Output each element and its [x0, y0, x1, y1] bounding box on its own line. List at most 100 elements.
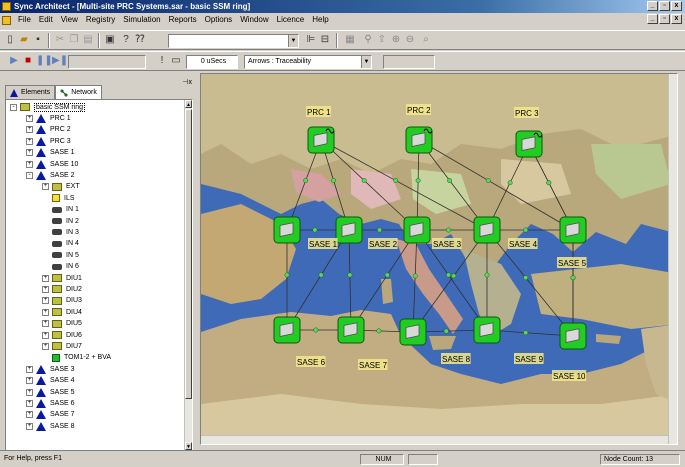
expand-icon[interactable]: + — [42, 320, 49, 328]
tree-item[interactable]: + EXT — [42, 182, 80, 192]
link-connector-icon[interactable] — [523, 330, 529, 336]
sase-node[interactable] — [399, 318, 427, 346]
link-connector-icon[interactable] — [347, 272, 353, 278]
expand-icon[interactable]: + — [42, 331, 49, 339]
tree-item[interactable]: + SASE 1 — [26, 148, 75, 158]
menu-view[interactable]: View — [57, 13, 82, 27]
tree-item[interactable]: + DIU4 — [42, 307, 82, 317]
panel-icon[interactable]: ▭ — [170, 55, 182, 67]
map-horizontal-scrollbar[interactable] — [201, 435, 677, 444]
map-vertical-scrollbar[interactable] — [668, 74, 677, 444]
tree-item[interactable]: IN 3 — [42, 227, 79, 237]
scroll-up-icon[interactable]: ▲ — [185, 100, 192, 108]
tree-item[interactable]: + SASE 7 — [26, 410, 75, 420]
menu-licence[interactable]: Licence — [273, 13, 309, 27]
link-connector-icon[interactable] — [303, 178, 309, 183]
print-preview-icon[interactable]: ▦ — [344, 34, 356, 46]
expand-icon[interactable]: + — [26, 149, 33, 157]
tree-item[interactable]: + SASE 4 — [26, 376, 75, 386]
paste-icon[interactable]: ▤ — [82, 34, 94, 46]
open-folder-icon[interactable]: ▰ — [18, 34, 30, 46]
link-connector-icon[interactable] — [523, 227, 529, 233]
link-connector-icon[interactable] — [446, 227, 451, 233]
map-canvas[interactable]: PRC 1 PRC 2 PRC 3 SASE 1 SASE 2 SASE 3 SASE 4 S… — [201, 74, 678, 445]
tree-item[interactable]: IN 6 — [42, 262, 79, 272]
link-connector-icon[interactable] — [507, 180, 513, 186]
tree-item[interactable]: - basic SSM ring — [10, 102, 86, 112]
doc-restore-icon[interactable]: ▫ — [659, 14, 670, 24]
upload-icon[interactable]: ⇧ — [376, 34, 388, 46]
menu-help[interactable]: Help — [308, 13, 332, 27]
sase-node[interactable]: SASE 10 — [552, 370, 587, 381]
link-connector-icon[interactable] — [384, 272, 390, 278]
expand-icon[interactable]: + — [42, 285, 49, 293]
panel-close-icon[interactable]: ⊣x — [182, 78, 192, 86]
expand-icon[interactable]: + — [26, 114, 33, 122]
network-map[interactable]: PRC 1 PRC 2 PRC 3 SASE 1 SASE 2 SASE 3 SASE 4 S… — [200, 73, 678, 445]
expand-icon[interactable]: + — [26, 411, 33, 419]
tree-item[interactable]: + DIU5 — [42, 319, 82, 329]
expand-icon[interactable]: + — [26, 365, 33, 373]
expand-icon[interactable]: + — [26, 388, 33, 396]
menu-registry[interactable]: Registry — [82, 13, 119, 27]
chevron-down-icon[interactable]: ▼ — [288, 35, 298, 47]
tree-item[interactable]: + DIU6 — [42, 330, 82, 340]
play-icon[interactable]: ▶ — [8, 55, 20, 67]
menu-window[interactable]: Window — [236, 13, 272, 27]
link-connector-icon[interactable] — [284, 272, 290, 278]
tree-item[interactable]: + SASE 3 — [26, 364, 75, 374]
scroll-down-icon[interactable]: ▼ — [185, 442, 192, 450]
expand-icon[interactable]: + — [42, 183, 49, 191]
tree-item[interactable]: + DIU2 — [42, 284, 82, 294]
alert-icon[interactable]: ! — [156, 55, 168, 67]
cut-icon[interactable]: ✂ — [54, 34, 66, 46]
link-connector-icon[interactable] — [412, 273, 418, 279]
context-help-icon[interactable]: ⁇ — [134, 34, 146, 46]
link-connector-icon[interactable] — [447, 178, 453, 183]
menu-options[interactable]: Options — [201, 13, 237, 27]
tree-item[interactable]: - SASE 2 — [26, 170, 75, 180]
scroll-thumb[interactable] — [185, 109, 192, 399]
expand-icon[interactable]: + — [42, 297, 49, 305]
menu-simulation[interactable]: Simulation — [119, 13, 164, 27]
tree-item[interactable]: + PRC 2 — [26, 125, 71, 135]
sase-node[interactable] — [273, 216, 301, 244]
link-connector-icon[interactable] — [318, 272, 324, 278]
tree-item[interactable]: + SASE 8 — [26, 421, 75, 431]
search-combo[interactable]: ▼ — [168, 34, 299, 48]
link-connector-icon[interactable] — [361, 178, 367, 183]
prc-node[interactable]: PRC 3 — [514, 107, 543, 158]
close-icon[interactable]: x — [671, 1, 682, 11]
tree-item[interactable]: + SASE 10 — [26, 159, 78, 169]
tree-item[interactable]: IN 4 — [42, 239, 79, 249]
zoom-out-icon[interactable]: ⊖ — [404, 34, 416, 46]
tree-item[interactable]: + SASE 5 — [26, 387, 75, 397]
new-file-icon[interactable]: ▯ — [4, 34, 16, 46]
tree-item[interactable]: TOM1-2 + BVA — [42, 353, 111, 363]
tree-scrollbar[interactable]: ▲ ▼ — [184, 100, 192, 450]
sase-node[interactable]: SASE 5 — [557, 257, 587, 268]
save-icon[interactable]: ▪ — [32, 34, 44, 46]
tree-item[interactable]: + SASE 6 — [26, 398, 75, 408]
prc-node[interactable]: PRC 2 — [405, 104, 433, 154]
tree-item[interactable]: + PRC 1 — [26, 113, 71, 123]
expand-icon[interactable]: + — [26, 422, 33, 430]
link-connector-icon[interactable] — [415, 178, 421, 183]
menu-reports[interactable]: Reports — [165, 13, 201, 27]
step-icon[interactable]: ▶❚ — [52, 55, 68, 67]
expand-icon[interactable]: + — [26, 377, 33, 385]
help-icon[interactable]: ? — [120, 34, 132, 46]
collapse-icon[interactable]: - — [26, 171, 33, 179]
link-connector-icon[interactable] — [485, 178, 491, 183]
print-icon[interactable]: ▣ — [104, 34, 116, 46]
expand-icon[interactable]: + — [26, 126, 33, 134]
stop-icon[interactable]: ■ — [22, 55, 34, 67]
expand-icon[interactable]: + — [26, 160, 33, 168]
expand-icon[interactable]: + — [26, 399, 33, 407]
link-connector-icon[interactable] — [331, 178, 337, 183]
link-connector-icon[interactable] — [377, 227, 383, 233]
tree-item[interactable]: IN 2 — [42, 216, 79, 226]
minimize-icon[interactable]: _ — [647, 1, 658, 11]
tab-elements[interactable]: Elements — [5, 85, 56, 99]
link-connector-icon[interactable] — [313, 327, 319, 333]
